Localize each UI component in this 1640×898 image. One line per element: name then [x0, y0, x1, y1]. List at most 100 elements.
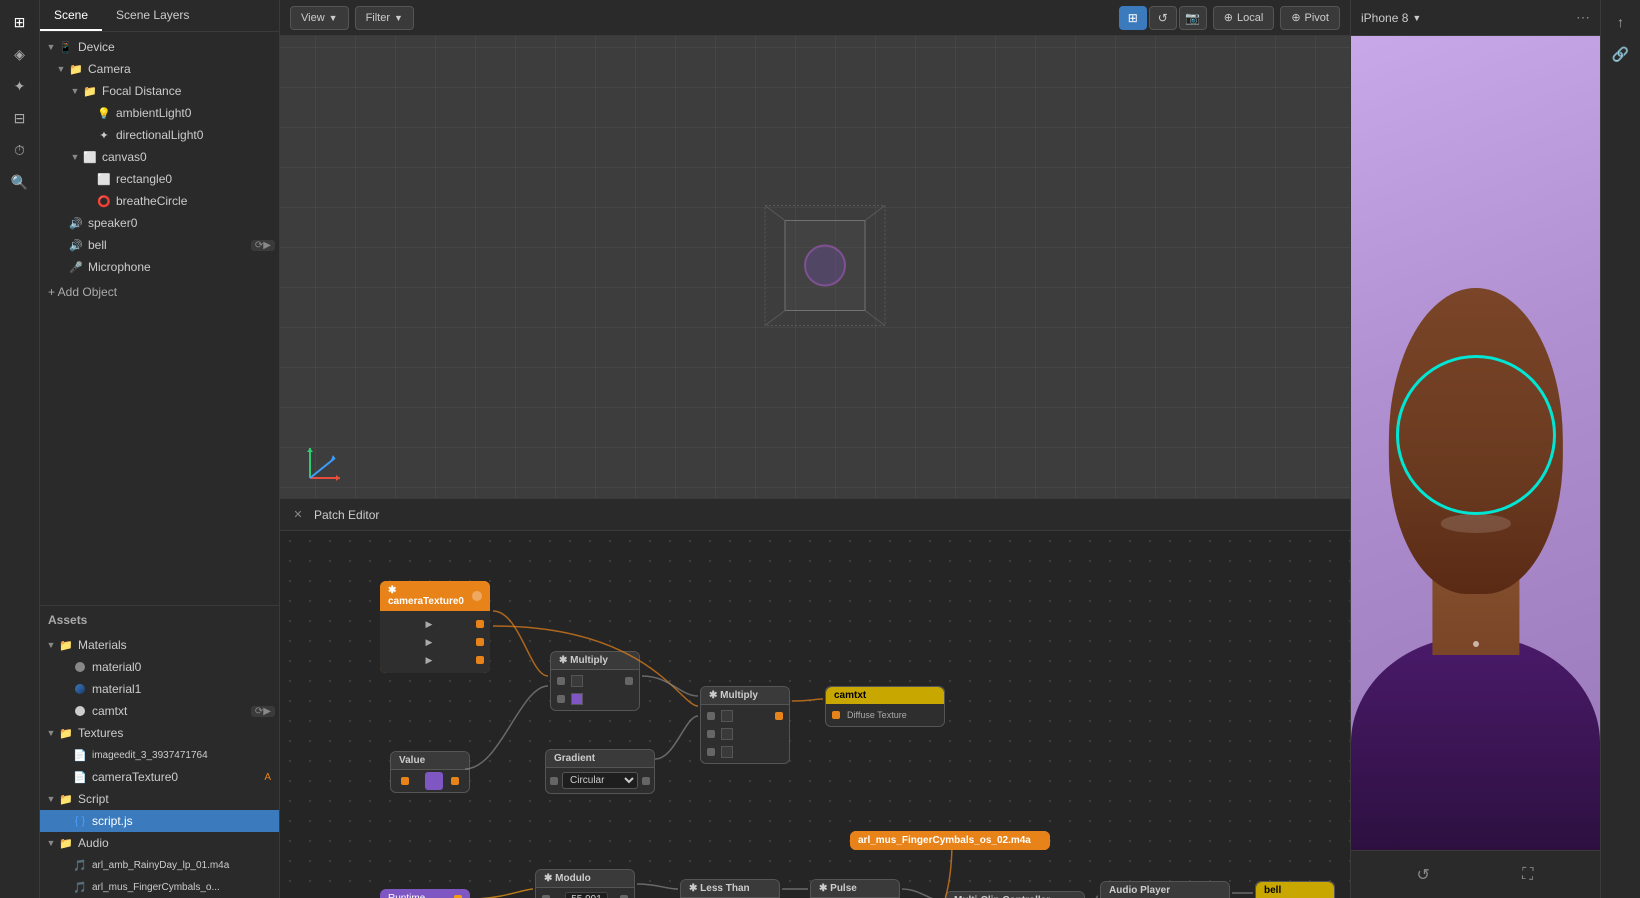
tree-arrow-camera: ▼ — [54, 64, 68, 74]
canvas-icon: ⬜ — [82, 151, 98, 164]
patch-canvas[interactable]: ✱ cameraTexture0 ▶ ▶ ▶ — [280, 531, 1350, 898]
view-button[interactable]: View ▼ — [290, 6, 349, 30]
tree-label-ambient: ambientLight0 — [116, 106, 191, 120]
iphone-chevron-icon: ▼ — [1412, 13, 1421, 23]
tree-item-canvas[interactable]: ▼ ⬜ canvas0 — [40, 146, 279, 168]
toolbar-assets-icon[interactable]: ◈ — [6, 40, 34, 68]
toolbar-scene-icon[interactable]: ⊞ — [6, 8, 34, 36]
audio-file-out[interactable] — [1037, 837, 1045, 845]
tree-item-device[interactable]: ▼ 📱 Device — [40, 36, 279, 58]
tree-item-materials[interactable]: ▼ 📁 Materials — [40, 634, 279, 656]
add-object-button[interactable]: + Add Object — [40, 278, 279, 306]
toolbar-effects-icon[interactable]: ✦ — [6, 72, 34, 100]
iphone-expand-button[interactable]: ⛶ — [1514, 861, 1542, 889]
assets-section: Assets ▼ 📁 Materials ▶ material0 ▶ mater… — [40, 605, 279, 898]
tree-item-material0[interactable]: ▶ material0 — [40, 656, 279, 678]
right-toolbar: ↑ 🔗 — [1600, 0, 1640, 898]
node-value-body — [391, 770, 469, 792]
tree-label-rect: rectangle0 — [116, 172, 172, 186]
tree-item-script-folder[interactable]: ▼ 📁 Script — [40, 788, 279, 810]
grid-view-button[interactable]: ⊞ — [1119, 6, 1147, 30]
node-bell[interactable]: bell Audio — [1255, 881, 1335, 898]
scene-tree: ▼ 📱 Device ▼ 📁 Camera ▼ 📁 Focal Distance… — [40, 32, 279, 605]
toolbar-inspector-icon[interactable]: ⊟ — [6, 104, 34, 132]
node-value[interactable]: Value — [390, 751, 470, 793]
screenshot-button[interactable]: 📷 — [1179, 6, 1207, 30]
multiply1-in1[interactable] — [557, 677, 565, 685]
device-icon: 📱 — [58, 41, 74, 54]
right-toolbar-link-icon[interactable]: 🔗 — [1607, 40, 1635, 68]
patch-editor-title: Patch Editor — [314, 508, 379, 522]
right-toolbar-share-icon[interactable]: ↑ — [1607, 8, 1635, 36]
local-icon: ⊕ — [1224, 11, 1233, 24]
node-multiclip-header: Multi-Clip Controller — [946, 892, 1084, 898]
tree-item-audio-folder[interactable]: ▼ 📁 Audio — [40, 832, 279, 854]
gradient-out[interactable] — [642, 777, 650, 785]
port-out-1[interactable] — [476, 620, 484, 628]
multiply1-in2[interactable] — [557, 695, 565, 703]
pivot-label: ⊕ Pivot — [1280, 6, 1340, 30]
runtime-out[interactable] — [454, 895, 462, 898]
node-audio-file[interactable]: arl_mus_FingerCymbals_os_02.m4a — [850, 831, 1050, 850]
port-out-2[interactable] — [476, 638, 484, 646]
tree-item-rectangle[interactable]: ▶ ⬜ rectangle0 — [40, 168, 279, 190]
node-camtxt[interactable]: camtxt Diffuse Texture — [825, 686, 945, 727]
tree-item-ambient[interactable]: ▶ 💡 ambientLight0 — [40, 102, 279, 124]
tab-scene[interactable]: Scene — [40, 0, 102, 31]
tab-layers[interactable]: Scene Layers — [102, 0, 203, 31]
node-modulo[interactable]: ✱ Modulo 55.991 10 — [535, 869, 635, 898]
tree-label-breathe: breatheCircle — [116, 194, 187, 208]
tree-item-directional[interactable]: ▶ ✦ directionalLight0 — [40, 124, 279, 146]
multiply1-out[interactable] — [625, 677, 633, 685]
node-less-than[interactable]: ✱ Less Than 5.991 0.5 — [680, 879, 780, 898]
gradient-in[interactable] — [550, 777, 558, 785]
modulo-val1[interactable]: 55.991 — [565, 892, 608, 898]
multiply2-in2[interactable] — [707, 730, 715, 738]
camtxt-in[interactable] — [832, 711, 840, 719]
tree-item-microphone[interactable]: ▶ 🎤 Microphone — [40, 256, 279, 278]
multiply2-out[interactable] — [775, 712, 783, 720]
value-out[interactable] — [401, 777, 409, 785]
iphone-refresh-button[interactable]: ↺ — [1409, 861, 1437, 889]
tree-item-scriptjs[interactable]: ▶ { } script.js — [40, 810, 279, 832]
refresh-button[interactable]: ↺ — [1149, 6, 1177, 30]
patch-close-button[interactable]: ✕ — [290, 507, 306, 523]
tree-item-bell[interactable]: ▶ 🔊 bell ⟳▶ — [40, 234, 279, 256]
gradient-type-select[interactable]: Circular Linear — [562, 772, 638, 789]
tree-item-speaker[interactable]: ▶ 🔊 speaker0 — [40, 212, 279, 234]
node-gradient[interactable]: Gradient Circular Linear — [545, 749, 655, 794]
node-camtxt-header: camtxt — [826, 687, 944, 704]
local-text: Local — [1237, 12, 1263, 24]
node-gradient-body: Circular Linear — [546, 768, 654, 793]
view-label: View — [301, 12, 325, 24]
node-cameratexture0[interactable]: ✱ cameraTexture0 ▶ ▶ ▶ — [380, 581, 490, 673]
tree-item-audio1[interactable]: ▶ 🎵 arl_amb_RainyDay_lp_01.m4a — [40, 854, 279, 876]
node-multiply2[interactable]: ✱ Multiply — [700, 686, 790, 764]
node-runtime[interactable]: Runtime — [380, 889, 470, 898]
node-less-than-header: ✱ Less Than — [681, 880, 779, 898]
tree-item-textures[interactable]: ▼ 📁 Textures — [40, 722, 279, 744]
node-multiclip[interactable]: Multi-Clip Controller Play — [945, 891, 1085, 898]
tree-item-camtxt[interactable]: ▶ camtxt ⟳▶ — [40, 700, 279, 722]
multiply2-in3[interactable] — [707, 748, 715, 756]
tree-item-audio2[interactable]: ▶ 🎵 arl_mus_FingerCymbals_o... — [40, 876, 279, 898]
tree-item-cameratexture[interactable]: ▶ 📄 cameraTexture0 A — [40, 766, 279, 788]
iphone-model-selector[interactable]: iPhone 8 ▼ — [1361, 11, 1421, 25]
node-pulse[interactable]: ✱ Pulse On / Off — [810, 879, 900, 898]
value-out2[interactable] — [451, 777, 459, 785]
toolbar-timeline-icon[interactable]: ⏱ — [6, 136, 34, 164]
node-multiply1[interactable]: ✱ Multiply — [550, 651, 640, 711]
node-multiply1-body — [551, 670, 639, 710]
multiply2-in1[interactable] — [707, 712, 715, 720]
iphone-more-button[interactable]: ⋯ — [1576, 9, 1590, 26]
node-audio-player[interactable]: Audio Player Audio Clip Controller — [1100, 881, 1230, 898]
tree-item-imageedit[interactable]: ▶ 📄 imageedit_3_3937471764 — [40, 744, 279, 766]
filter-button[interactable]: Filter ▼ — [355, 6, 414, 30]
toolbar-search-icon[interactable]: 🔍 — [6, 168, 34, 196]
viewport[interactable] — [280, 36, 1350, 498]
tree-item-breathecircle[interactable]: ▶ ⭕ breatheCircle — [40, 190, 279, 212]
tree-item-material1[interactable]: ▶ material1 — [40, 678, 279, 700]
tree-item-focal-distance[interactable]: ▼ 📁 Focal Distance — [40, 80, 279, 102]
port-out-3[interactable] — [476, 656, 484, 664]
tree-item-camera[interactable]: ▼ 📁 Camera — [40, 58, 279, 80]
